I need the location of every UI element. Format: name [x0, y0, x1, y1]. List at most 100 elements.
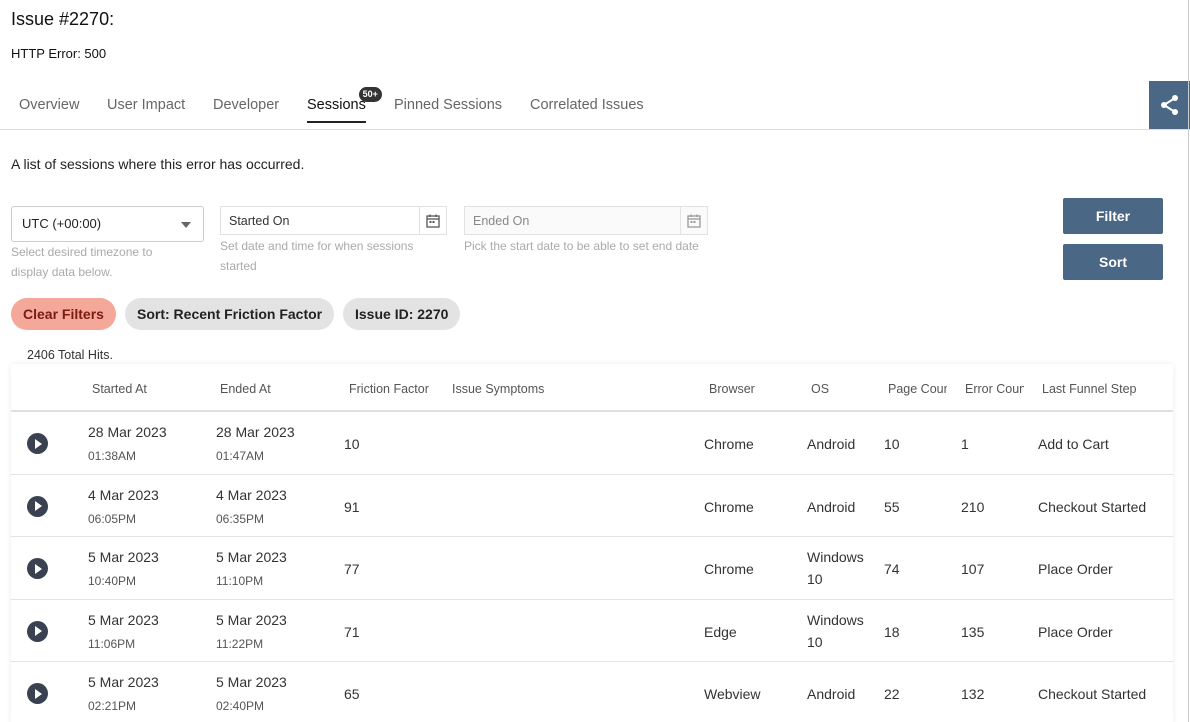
col-browser[interactable]: Browser: [709, 382, 755, 396]
table-row[interactable]: 28 Mar 2023 01:38AM 28 Mar 2023 01:47AM …: [11, 412, 1173, 475]
started-on-hint: Set date and time for when sessions star…: [220, 239, 414, 273]
browser: Chrome: [704, 498, 754, 515]
ended-date: 5 Mar 2023: [216, 611, 287, 628]
col-page-count[interactable]: Page Count: [888, 382, 947, 396]
table-header: Started At Ended At Friction Factor Issu…: [11, 364, 1173, 412]
started-date: 5 Mar 2023: [88, 674, 159, 690]
play-session-icon[interactable]: [27, 683, 48, 704]
filter-button[interactable]: Filter: [1063, 198, 1163, 234]
col-last-funnel-step[interactable]: Last Funnel Step: [1042, 382, 1137, 396]
os: Android: [807, 498, 856, 515]
calendar-icon: [687, 214, 701, 228]
last-funnel-step: Checkout Started: [1038, 498, 1147, 515]
page-count: 55: [884, 498, 900, 515]
started-time: 01:38AM: [88, 449, 137, 463]
os: Android: [807, 686, 856, 702]
last-funnel-step: Checkout Started: [1038, 686, 1147, 702]
started-date: 5 Mar 2023: [88, 549, 159, 565]
col-friction-factor[interactable]: Friction Factor: [349, 382, 429, 396]
started-date: 5 Mar 2023: [88, 611, 159, 628]
tab-developer[interactable]: Developer: [213, 97, 279, 123]
ended-on-calendar-button[interactable]: [680, 206, 708, 235]
ended-on-input[interactable]: Ended On: [464, 206, 681, 235]
timezone-select[interactable]: UTC (+00:00): [11, 206, 204, 242]
ended-time: 11:10PM: [216, 574, 264, 588]
col-ended-at[interactable]: Ended At: [220, 382, 271, 396]
issue-subtitle: HTTP Error: 500: [11, 46, 107, 61]
page-count: 22: [884, 686, 900, 702]
share-icon: [1160, 95, 1178, 115]
tab-pinned-sessions[interactable]: Pinned Sessions: [394, 97, 502, 123]
tab-correlated-issues[interactable]: Correlated Issues: [530, 97, 644, 123]
page-count: 10: [884, 436, 900, 452]
ended-date: 5 Mar 2023: [216, 549, 287, 565]
table-row[interactable]: 5 Mar 2023 11:06PM 5 Mar 2023 11:22PM 71…: [11, 600, 1173, 662]
sessions-intro: A list of sessions where this error has …: [11, 156, 305, 172]
started-date: 4 Mar 2023: [88, 486, 159, 503]
col-error-count[interactable]: Error Count: [965, 382, 1024, 396]
ended-on-hint: Pick the start date to be able to set en…: [464, 239, 699, 253]
ended-time: 02:40PM: [216, 699, 265, 713]
ended-time: 11:22PM: [216, 636, 264, 651]
sessions-count-badge: 50+: [358, 87, 382, 102]
started-time: 11:06PM: [88, 636, 136, 651]
error-count: 107: [961, 561, 985, 577]
col-started-at[interactable]: Started At: [92, 382, 147, 396]
timezone-value: UTC (+00:00): [22, 216, 102, 231]
ended-date: 4 Mar 2023: [216, 486, 287, 503]
os-version: 10: [807, 571, 823, 587]
last-funnel-step: Place Order: [1038, 561, 1113, 577]
col-issue-symptoms[interactable]: Issue Symptoms: [452, 382, 544, 396]
ended-date: 5 Mar 2023: [216, 674, 287, 690]
os-version: 10: [807, 633, 823, 650]
col-os[interactable]: OS: [811, 382, 829, 396]
sort-button[interactable]: Sort: [1063, 244, 1163, 280]
os: Windows: [807, 611, 864, 628]
friction-factor: 71: [344, 623, 360, 640]
share-button[interactable]: [1149, 81, 1190, 129]
table-row[interactable]: 4 Mar 2023 06:05PM 4 Mar 2023 06:35PM 91…: [11, 475, 1173, 537]
tab-bar: Overview User Impact Developer Sessions …: [0, 84, 1190, 130]
browser: Chrome: [704, 561, 754, 577]
started-date: 28 Mar 2023: [88, 424, 167, 440]
browser: Edge: [704, 623, 737, 640]
play-session-icon[interactable]: [27, 495, 48, 517]
table-row[interactable]: 5 Mar 2023 10:40PM 5 Mar 2023 11:10PM 77…: [11, 537, 1173, 600]
table-row[interactable]: 5 Mar 2023 02:21PM 5 Mar 2023 02:40PM 65…: [11, 662, 1173, 722]
error-count: 210: [961, 498, 985, 515]
play-session-icon[interactable]: [27, 558, 48, 579]
tab-user-impact[interactable]: User Impact: [107, 97, 185, 123]
play-session-icon[interactable]: [27, 620, 48, 642]
tab-overview[interactable]: Overview: [19, 97, 79, 123]
friction-factor: 10: [344, 436, 360, 452]
page-edge: [1188, 0, 1189, 722]
sessions-table: Started At Ended At Friction Factor Issu…: [11, 364, 1173, 722]
timezone-hint: Select desired timezone to display data …: [11, 245, 153, 279]
total-hits: 2406 Total Hits.: [27, 348, 113, 362]
chevron-down-icon: [181, 222, 191, 228]
last-funnel-step: Add to Cart: [1038, 436, 1109, 452]
issue-title: Issue #2270:: [11, 9, 115, 29]
play-session-icon[interactable]: [27, 433, 48, 454]
tab-sessions-label: Sessions: [307, 97, 366, 113]
ended-time: 06:35PM: [216, 511, 265, 526]
error-count: 132: [961, 686, 985, 702]
ended-time: 01:47AM: [216, 449, 265, 463]
error-count: 1: [961, 436, 969, 452]
last-funnel-step: Place Order: [1038, 623, 1113, 640]
page-count: 74: [884, 561, 900, 577]
started-on-calendar-button[interactable]: [419, 206, 447, 235]
started-time: 06:05PM: [88, 511, 137, 526]
sort-chip[interactable]: Sort: Recent Friction Factor: [125, 298, 335, 330]
calendar-icon: [426, 214, 440, 228]
issue-id-chip[interactable]: Issue ID: 2270: [343, 298, 461, 330]
friction-factor: 65: [344, 686, 360, 702]
issue-header: Issue #2270: HTTP Error: 500: [11, 8, 114, 61]
ended-date: 28 Mar 2023: [216, 424, 295, 440]
started-time: 10:40PM: [88, 574, 137, 588]
started-on-input[interactable]: Started On: [220, 206, 420, 235]
clear-filters-chip[interactable]: Clear Filters: [11, 298, 116, 330]
browser: Chrome: [704, 436, 754, 452]
friction-factor: 77: [344, 561, 360, 577]
tab-sessions[interactable]: Sessions 50+: [307, 87, 382, 123]
